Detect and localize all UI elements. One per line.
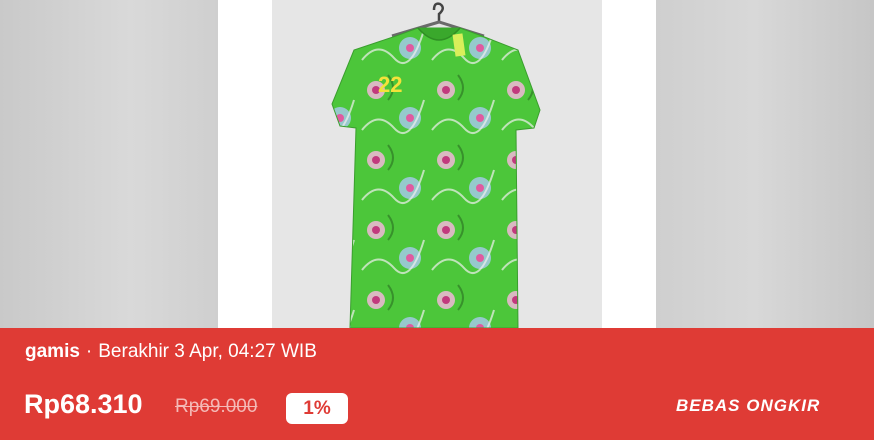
title-separator: · <box>85 341 93 362</box>
product-image[interactable]: 22 <box>218 0 656 328</box>
product-name[interactable]: gamis <box>25 341 80 362</box>
end-time: Berakhir 3 Apr, 04:27 WIB <box>98 341 317 362</box>
background-right <box>656 0 874 328</box>
discount-badge: 1% <box>286 393 348 424</box>
free-shipping-label: BEBAS ONGKIR <box>676 396 821 415</box>
background-left <box>0 0 218 328</box>
tag-number: 22 <box>378 72 402 97</box>
dress-illustration: 22 <box>331 2 541 328</box>
original-price: Rp69.000 <box>175 396 258 417</box>
current-price: Rp68.310 <box>24 389 143 419</box>
product-title-line: gamis · Berakhir 3 Apr, 04:27 WIB <box>25 341 317 363</box>
